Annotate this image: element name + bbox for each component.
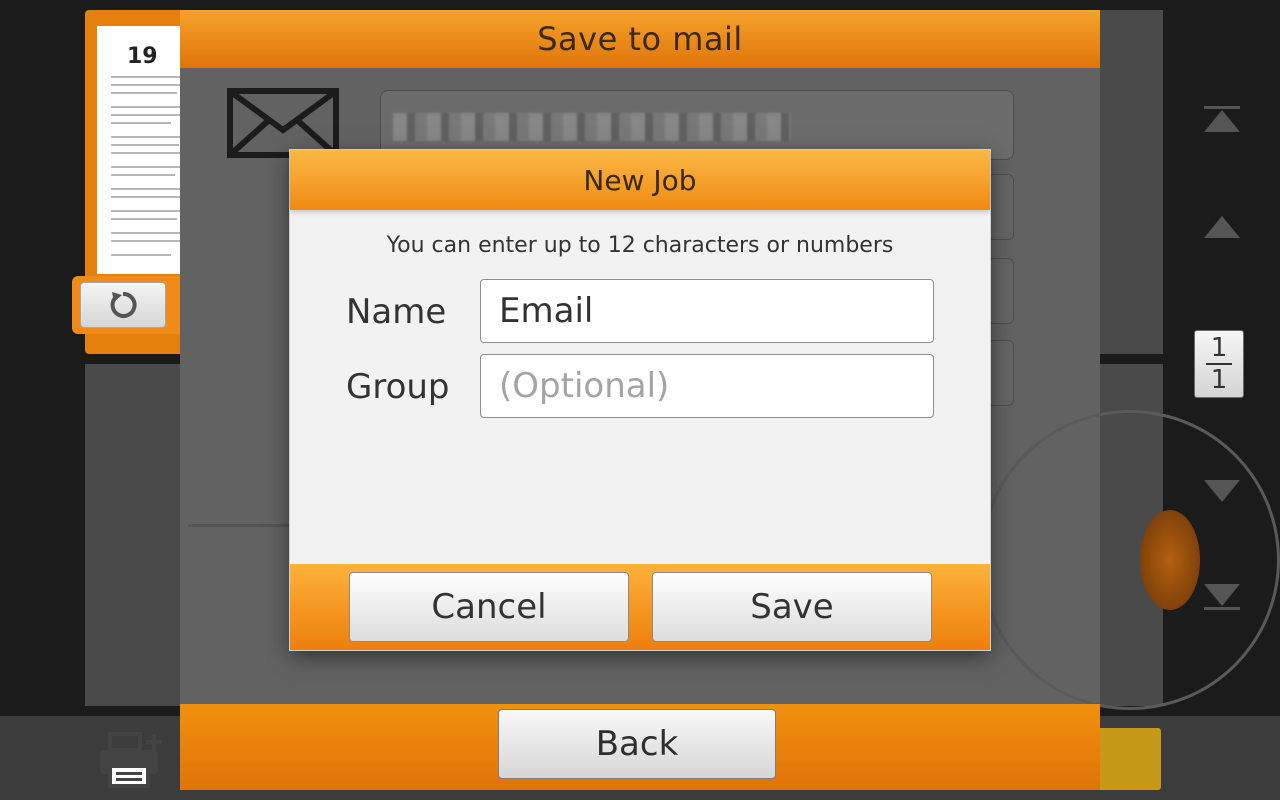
arrow-top-icon [1204,106,1240,132]
new-job-hint: You can enter up to 12 characters or num… [386,233,894,258]
back-button[interactable]: Back [498,709,776,779]
send-knob[interactable] [1140,510,1200,610]
arrow-up-icon [1204,216,1240,238]
first-page-button[interactable] [1202,104,1242,134]
current-page: 1 [1210,333,1228,363]
option-box-2[interactable] [988,258,1014,324]
group-label: Group [346,367,450,407]
rotate-button[interactable] [80,282,166,328]
start-button[interactable] [1095,728,1161,790]
save-to-mail-title: Save to mail [180,10,1100,68]
group-input[interactable] [480,354,934,418]
rotate-icon [110,291,137,318]
total-pages: 1 [1210,365,1228,395]
envelope-icon [227,88,339,158]
cancel-button[interactable]: Cancel [349,572,629,642]
left-panel-lower [85,364,185,706]
blurred-email-address [393,113,791,141]
decorative-arc [980,410,1280,710]
right-panel [1100,10,1163,354]
name-label: Name [346,292,447,332]
page-indicator: 1 1 [1194,330,1244,398]
option-box-1[interactable] [988,174,1014,240]
save-button[interactable]: Save [652,572,932,642]
divider [188,524,298,527]
option-box-3[interactable] [988,340,1014,406]
printer-add-icon [100,732,162,788]
new-job-title: New Job [290,150,990,210]
previous-page-button[interactable] [1202,212,1242,242]
add-printer-button[interactable] [98,730,168,788]
doc-page-number: 19 [127,44,158,69]
new-job-dialog: New Job You can enter up to 12 character… [290,150,990,650]
name-input[interactable] [480,279,934,343]
